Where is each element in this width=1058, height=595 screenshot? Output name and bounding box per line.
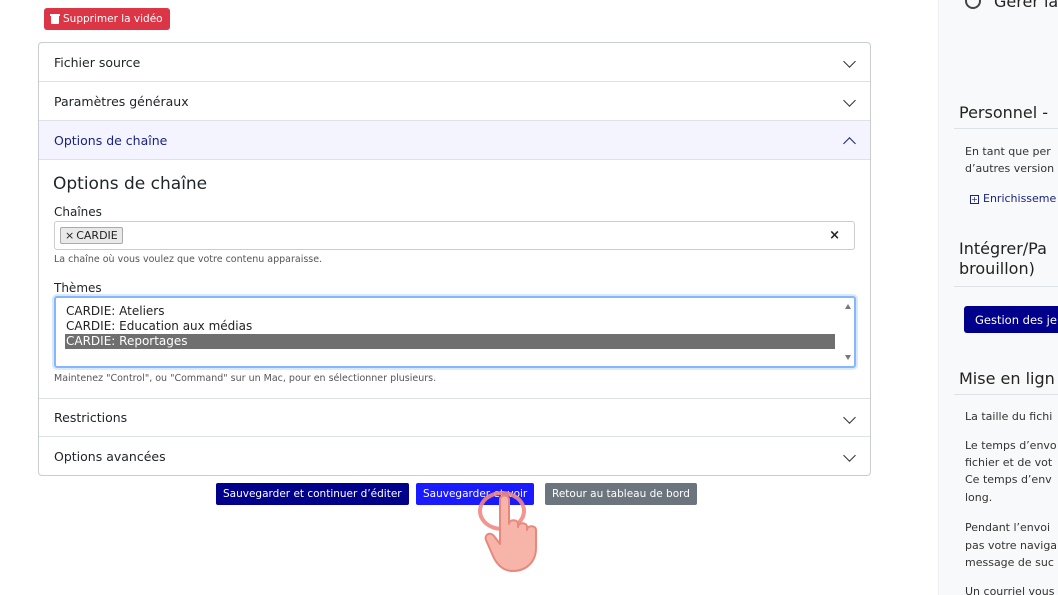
page: Supprimer la vidéo Fichier source Paramè… (0, 0, 1058, 595)
personnel-text: En tant que per (965, 145, 1051, 158)
online-text: Un courriel vous (965, 585, 1055, 595)
channel-tag-label: CARDIE (76, 229, 118, 242)
themes-help-text: Maintenez "Control", ou "Command" sur un… (54, 373, 437, 384)
channels-label: Chaînes (54, 205, 102, 219)
accordion-item-channel-options[interactable]: Options de chaîne (39, 121, 870, 160)
right-sidebar (938, 0, 1058, 595)
accordion-label: Paramètres généraux (54, 93, 189, 109)
online-text: long. (965, 491, 993, 504)
accordion-label: Options de chaîne (54, 132, 168, 148)
scroll-up-arrow-icon[interactable] (845, 304, 851, 309)
online-heading: Mise en lign (959, 369, 1055, 388)
remove-tag-icon[interactable]: × (65, 229, 74, 242)
theme-option-selected[interactable]: CARDIE: Reportages (65, 334, 835, 349)
theme-option[interactable]: CARDIE: Ateliers (65, 304, 835, 319)
accordion-label: Restrictions (54, 410, 128, 425)
chevron-down-icon (843, 411, 856, 424)
manage-heading: Gérer la (994, 0, 1058, 11)
online-text: Ce temps d’env (965, 473, 1052, 486)
online-text: fichier et de vot (965, 456, 1053, 469)
accordion-label: Fichier source (54, 54, 141, 70)
delete-video-button[interactable]: Supprimer la vidéo (44, 8, 170, 30)
channel-options-title: Options de chaîne (53, 174, 208, 194)
channels-help-text: La chaîne où vous voulez que votre conte… (54, 254, 323, 265)
themes-label: Thèmes (54, 281, 102, 295)
enrich-link-label: Enrichisseme (983, 192, 1057, 205)
accordion-item-source-file[interactable]: Fichier source (39, 43, 870, 82)
chevron-up-icon (843, 137, 856, 150)
pointer-hand-icon (484, 494, 537, 572)
chevron-down-icon (843, 449, 856, 462)
personnel-text: d’autres version (965, 162, 1055, 175)
divider (954, 128, 1058, 129)
divider (954, 286, 1058, 287)
trash-icon (50, 14, 60, 24)
personnel-heading: Personnel - (959, 103, 1049, 122)
divider (954, 394, 1058, 395)
themes-multiselect[interactable]: CARDIE: Ateliers CARDIE: Education aux m… (54, 296, 856, 368)
integrate-heading-line2: brouillon) (959, 259, 1035, 278)
integrate-heading: Intégrer/Pa (959, 239, 1047, 258)
accordion-item-restrictions[interactable]: Restrictions (39, 398, 870, 437)
enrich-link[interactable]: + Enrichisseme (970, 192, 1058, 205)
online-text: La taille du fichi (965, 410, 1053, 423)
back-dashboard-button[interactable]: Retour au tableau de bord (545, 483, 697, 505)
accordion-item-advanced-options[interactable]: Options avancées (39, 437, 870, 476)
online-text: message de suc (965, 556, 1054, 569)
theme-option[interactable]: CARDIE: Education aux médias (65, 319, 835, 334)
channel-tag[interactable]: × CARDIE (60, 227, 123, 244)
chevron-down-icon (843, 55, 856, 68)
scroll-down-arrow-icon[interactable] (845, 355, 851, 360)
accordion-label: Options avancées (54, 449, 166, 464)
plus-square-icon: + (970, 194, 979, 204)
manage-sets-button[interactable]: Gestion des je (964, 306, 1058, 333)
clear-selection-icon[interactable]: × (829, 228, 840, 243)
channels-select[interactable]: × CARDIE × (54, 221, 855, 250)
chevron-down-icon (843, 94, 856, 107)
online-text: pas votre naviga (965, 539, 1058, 552)
save-continue-button[interactable]: Sauvegarder et continuer d’éditer (216, 483, 409, 505)
accordion-item-general-settings[interactable]: Paramètres généraux (39, 82, 870, 121)
delete-video-label: Supprimer la vidéo (63, 13, 163, 25)
online-text: Pendant l’envoi (965, 521, 1051, 534)
online-text: Le temps d’envo (965, 439, 1057, 452)
